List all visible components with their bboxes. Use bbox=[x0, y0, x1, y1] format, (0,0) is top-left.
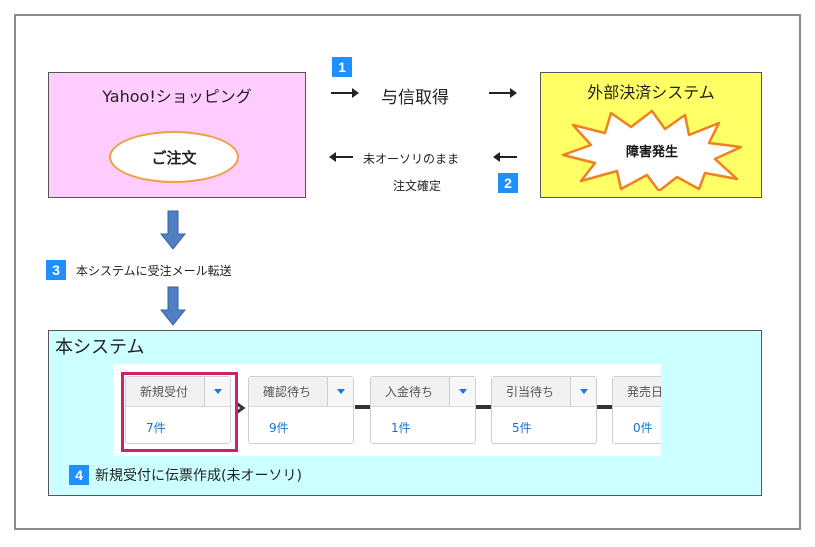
down-arrow-icon bbox=[160, 210, 186, 250]
this-system-title: 本システム bbox=[55, 337, 145, 358]
external-payment-box: 外部決済システム 障害発生 bbox=[540, 72, 762, 198]
step-1-badge: 1 bbox=[332, 57, 352, 77]
status-column-awaiting-payment[interactable]: 入金待ち 1件 bbox=[370, 376, 476, 444]
yahoo-shopping-box: Yahoo!ショッピング ご注文 bbox=[48, 72, 306, 198]
step-2-badge: 2 bbox=[498, 173, 518, 193]
status-column-count[interactable]: 5件 bbox=[512, 419, 532, 436]
failure-label: 障害発生 bbox=[625, 144, 678, 160]
status-column-label[interactable]: 引当待ち bbox=[492, 377, 572, 407]
column-dropdown-button[interactable] bbox=[449, 377, 475, 407]
flow-connector bbox=[597, 405, 613, 409]
credit-acquisition-label: 与信取得 bbox=[381, 88, 449, 108]
step-4-caption: 4 新規受付に伝票作成(未オーソリ) bbox=[69, 465, 302, 485]
left-arrow-icon bbox=[329, 152, 353, 162]
status-column-release-date[interactable]: 発売日 0件 bbox=[612, 376, 661, 444]
column-dropdown-button[interactable] bbox=[327, 377, 353, 407]
step-1-number: 1 bbox=[338, 59, 346, 75]
status-column-awaiting-allocation[interactable]: 引当待ち 5件 bbox=[491, 376, 597, 444]
step-4-badge: 4 bbox=[69, 465, 89, 485]
status-column-awaiting-confirmation[interactable]: 確認待ち 9件 bbox=[248, 376, 354, 444]
caret-down-icon bbox=[579, 389, 588, 394]
order-ellipse: ご注文 bbox=[109, 131, 239, 183]
status-column-count[interactable]: 1件 bbox=[391, 419, 411, 436]
step-3-number: 3 bbox=[52, 262, 60, 278]
column-dropdown-button[interactable] bbox=[570, 377, 596, 407]
step-4-number: 4 bbox=[75, 467, 83, 483]
status-column-label[interactable]: 発売日 bbox=[613, 377, 661, 407]
step-3-badge: 3 bbox=[46, 260, 66, 280]
external-payment-title: 外部決済システム bbox=[587, 83, 715, 102]
flow-connector bbox=[476, 405, 492, 409]
order-label: ご注文 bbox=[151, 148, 197, 167]
status-column-count[interactable]: 9件 bbox=[269, 419, 289, 436]
new-orders-highlight-frame bbox=[121, 372, 238, 452]
status-column-count[interactable]: 0件 bbox=[633, 419, 653, 436]
step-2-number: 2 bbox=[504, 175, 512, 191]
caret-down-icon bbox=[336, 389, 345, 394]
down-arrow-icon bbox=[160, 286, 186, 326]
yahoo-shopping-title: Yahoo!ショッピング bbox=[102, 87, 252, 106]
status-column-label[interactable]: 入金待ち bbox=[371, 377, 451, 407]
caret-down-icon bbox=[458, 389, 467, 394]
status-column-label[interactable]: 確認待ち bbox=[249, 377, 329, 407]
right-arrow-icon bbox=[489, 88, 517, 98]
step-4-label: 新規受付に伝票作成(未オーソリ) bbox=[95, 468, 302, 484]
left-arrow-icon bbox=[493, 152, 517, 162]
this-system-box: 本システム 新規受付 7件 確認待ち 9件 入金待ち 1件 引当待ち 5件 発売… bbox=[48, 330, 762, 496]
right-arrow-icon bbox=[331, 88, 359, 98]
unauthorized-order-line1: 未オーソリのまま bbox=[363, 152, 460, 166]
flow-connector bbox=[355, 405, 371, 409]
forward-mail-label: 本システムに受注メール転送 bbox=[76, 264, 232, 278]
status-board-panel: 新規受付 7件 確認待ち 9件 入金待ち 1件 引当待ち 5件 発売日 0件 bbox=[113, 364, 661, 456]
order-confirmed-label: 注文確定 bbox=[393, 179, 442, 193]
